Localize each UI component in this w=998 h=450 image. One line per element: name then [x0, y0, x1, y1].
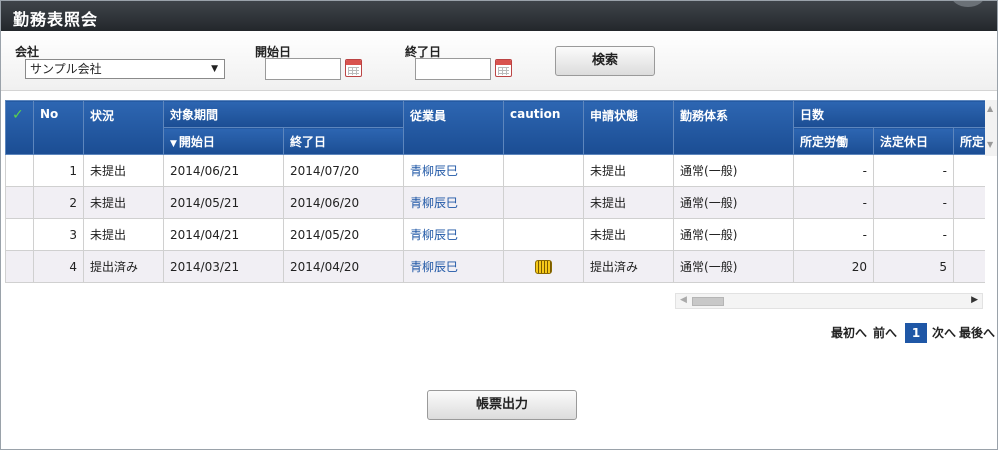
col-days-work: 所定労働: [793, 127, 875, 155]
col-period-start[interactable]: ▼ 開始日: [163, 127, 284, 155]
row-days-holiday: 5: [873, 250, 955, 283]
pager-last[interactable]: 最後へ: [959, 324, 995, 341]
row-end-date: 2014/05/20: [282, 218, 405, 251]
row-start-date: 2014/05/21: [163, 186, 284, 219]
vertical-scrollbar[interactable]: ▲ ▼: [985, 100, 997, 156]
page-title: 勤務表照会: [13, 10, 99, 29]
row-days-holiday: -: [873, 154, 955, 187]
row-end-date: 2014/04/20: [282, 250, 405, 283]
col-days-other: 所定: [953, 127, 985, 155]
check-icon: ✓: [12, 107, 24, 123]
row-employee-link[interactable]: 青柳辰巳: [403, 186, 505, 219]
row-select-cell[interactable]: [5, 218, 34, 251]
company-label: 会社: [15, 45, 40, 59]
col-application-status: 申請状態: [583, 100, 675, 155]
horizontal-scrollbar[interactable]: ◀ ▶: [675, 293, 983, 309]
row-select-cell[interactable]: [5, 154, 34, 187]
scroll-down-icon[interactable]: ▼: [987, 140, 993, 149]
row-end-date: 2014/07/20: [282, 154, 405, 187]
scrollbar-thumb[interactable]: [692, 297, 724, 306]
row-select-cell[interactable]: [5, 250, 34, 283]
row-days-other: [953, 218, 985, 251]
col-period-end[interactable]: 終了日: [282, 127, 405, 155]
row-caution: [503, 154, 585, 187]
row-app-status: 未提出: [583, 154, 675, 187]
scroll-right-icon[interactable]: ▶: [971, 295, 978, 305]
start-calendar-icon[interactable]: [345, 59, 362, 77]
row-app-status: 未提出: [583, 186, 675, 219]
table-row[interactable]: 3 未提出 2014/04/21 2014/05/20 青柳辰巳 未提出 通常(…: [5, 218, 985, 251]
col-no: No: [33, 100, 84, 155]
row-days-other: [953, 250, 985, 283]
col-status: 状況: [83, 100, 164, 155]
row-select-cell[interactable]: [5, 186, 34, 219]
col-days-holiday: 法定休日: [873, 127, 955, 155]
pager: 最初へ 前へ 1 次へ 最後へ: [831, 323, 997, 343]
row-no: 2: [33, 186, 84, 219]
search-button[interactable]: 検索: [555, 46, 655, 76]
app-window: 勤務表照会 会社 サンプル会社 ▼ 開始日 終了日 検索 ✓ No 状況 対象期…: [0, 0, 998, 450]
row-status: 未提出: [83, 186, 164, 219]
caution-icon[interactable]: [535, 259, 553, 274]
scroll-left-icon[interactable]: ◀: [680, 295, 687, 305]
row-days-work: -: [793, 218, 875, 251]
table-row[interactable]: 4 提出済み 2014/03/21 2014/04/20 青柳辰巳 提出済み 通…: [5, 250, 985, 283]
row-status: 未提出: [83, 218, 164, 251]
pager-prev[interactable]: 前へ: [873, 324, 897, 341]
row-start-date: 2014/03/21: [163, 250, 284, 283]
row-days-other: [953, 186, 985, 219]
row-start-date: 2014/04/21: [163, 218, 284, 251]
end-calendar-icon[interactable]: [495, 59, 512, 77]
row-days-holiday: -: [873, 186, 955, 219]
dropdown-arrow-icon: ▼: [211, 64, 218, 74]
row-employee-link[interactable]: 青柳辰巳: [403, 154, 505, 187]
col-employee: 従業員: [403, 100, 505, 155]
row-status: 未提出: [83, 154, 164, 187]
row-days-holiday: -: [873, 218, 955, 251]
row-end-date: 2014/06/20: [282, 186, 405, 219]
table-row[interactable]: 2 未提出 2014/05/21 2014/06/20 青柳辰巳 未提出 通常(…: [5, 186, 985, 219]
col-period: 対象期間: [162, 100, 405, 128]
row-days-work: 20: [793, 250, 875, 283]
col-work-system: 勤務体系: [673, 100, 795, 155]
row-work-system: 通常(一般): [673, 154, 795, 187]
export-report-button[interactable]: 帳票出力: [427, 390, 577, 420]
start-date-input[interactable]: [265, 58, 341, 80]
row-no: 4: [33, 250, 84, 283]
row-app-status: 未提出: [583, 218, 675, 251]
row-caution: [503, 186, 585, 219]
title-bar: 勤務表照会: [1, 1, 997, 31]
results-grid: ✓ No 状況 対象期間 従業員 caution 申請状態 勤務体系 日数 ▼ 開…: [5, 100, 985, 285]
table-row[interactable]: 1 未提出 2014/06/21 2014/07/20 青柳辰巳 未提出 通常(…: [5, 154, 985, 187]
end-date-input[interactable]: [415, 58, 491, 80]
row-work-system: 通常(一般): [673, 250, 795, 283]
row-days-work: -: [793, 186, 875, 219]
row-employee-link[interactable]: 青柳辰巳: [403, 250, 505, 283]
row-employee-link[interactable]: 青柳辰巳: [403, 218, 505, 251]
window-corner-decoration: [951, 1, 985, 7]
company-select-value: サンプル会社: [30, 62, 102, 76]
pager-first[interactable]: 最初へ: [831, 324, 867, 341]
sort-desc-icon: ▼: [170, 138, 177, 149]
filter-bar: 会社 サンプル会社 ▼ 開始日 終了日 検索: [1, 31, 997, 91]
company-select[interactable]: サンプル会社 ▼: [25, 59, 225, 79]
row-no: 1: [33, 154, 84, 187]
scroll-up-icon[interactable]: ▲: [987, 104, 993, 113]
row-status: 提出済み: [83, 250, 164, 283]
row-no: 3: [33, 218, 84, 251]
col-caution: caution: [503, 100, 585, 155]
row-caution: [503, 218, 585, 251]
pager-current-page[interactable]: 1: [905, 323, 927, 343]
row-app-status: 提出済み: [583, 250, 675, 283]
select-all-column[interactable]: ✓: [5, 100, 34, 155]
pager-next[interactable]: 次へ: [932, 324, 956, 341]
row-start-date: 2014/06/21: [163, 154, 284, 187]
col-days: 日数: [793, 100, 985, 128]
row-days-other: [953, 154, 985, 187]
row-work-system: 通常(一般): [673, 218, 795, 251]
row-days-work: -: [793, 154, 875, 187]
results-table: ✓ No 状況 対象期間 従業員 caution 申請状態 勤務体系 日数 ▼ 開…: [5, 100, 985, 283]
row-caution: [503, 250, 585, 283]
row-work-system: 通常(一般): [673, 186, 795, 219]
